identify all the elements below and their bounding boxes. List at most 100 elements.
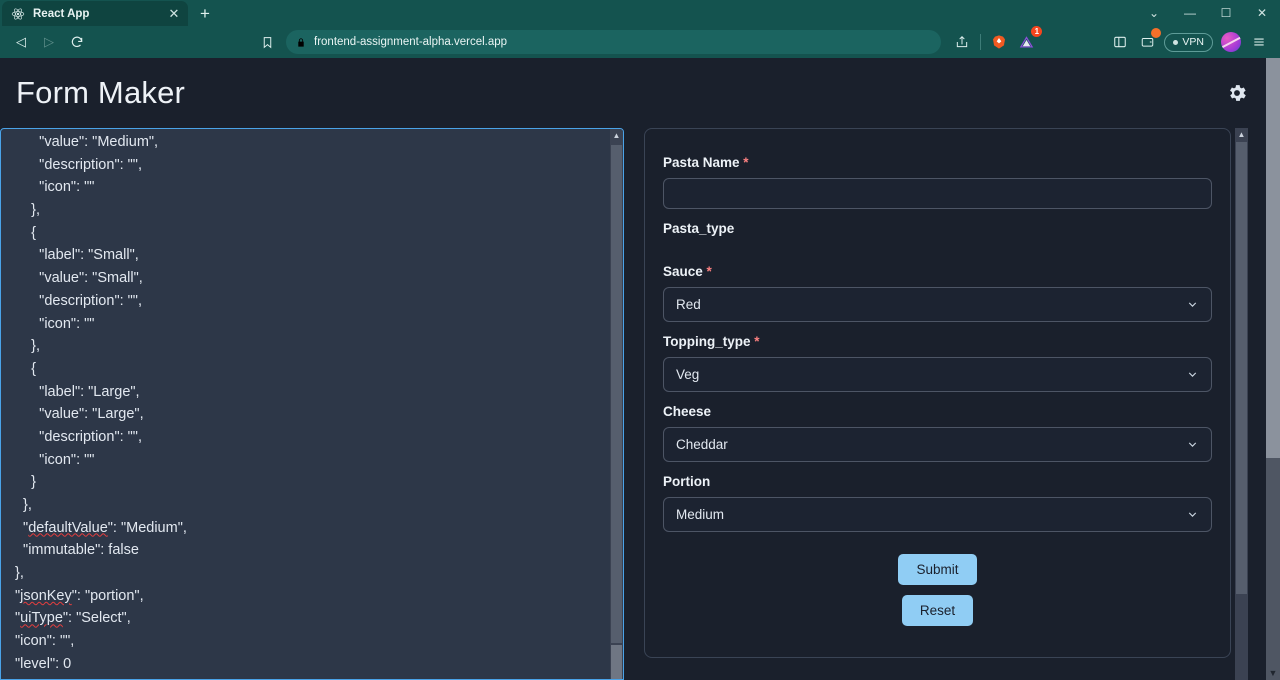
form-scroll-up-arrow[interactable]: ▲ bbox=[1235, 130, 1248, 140]
code-line: "immutable": false bbox=[15, 542, 139, 559]
reset-button[interactable]: Reset bbox=[901, 595, 974, 626]
form-panel-scrollbar[interactable]: ▲ bbox=[1235, 128, 1248, 680]
page-title: Form Maker bbox=[16, 75, 186, 110]
code-line: "description": "", bbox=[15, 292, 142, 309]
bookmark-icon[interactable] bbox=[254, 29, 280, 55]
sidebar-panel-icon[interactable] bbox=[1107, 29, 1133, 55]
extension-icon[interactable]: 1 bbox=[1013, 26, 1043, 55]
profile-avatar[interactable] bbox=[1221, 32, 1241, 52]
address-bar[interactable]: frontend-assignment-alpha.vercel.app bbox=[286, 30, 942, 54]
toolbar-divider bbox=[980, 34, 982, 50]
code-line: "icon": "" bbox=[15, 315, 95, 332]
code-line: } bbox=[15, 474, 36, 491]
app-content: "value": "Medium", "description": "", "i… bbox=[0, 128, 1266, 680]
form-field: Portion Medium bbox=[663, 474, 1212, 532]
code-line: }, bbox=[15, 338, 40, 355]
json-editor-panel[interactable]: "value": "Medium", "description": "", "i… bbox=[0, 128, 624, 680]
browser-tab[interactable]: React App ✕ bbox=[2, 1, 188, 26]
code-line: "description": "", bbox=[15, 428, 142, 445]
form-field: Pasta Name * bbox=[663, 155, 1212, 209]
forward-arrow-icon[interactable]: ▷ bbox=[36, 29, 62, 55]
json-code: "value": "Medium", "description": "", "i… bbox=[15, 129, 610, 676]
chevron-down-icon bbox=[1188, 442, 1197, 447]
vpn-label: VPN bbox=[1182, 36, 1204, 48]
code-line: }, bbox=[15, 202, 40, 219]
required-marker: * bbox=[750, 334, 760, 349]
page-scroll-down-arrow[interactable]: ▼ bbox=[1266, 668, 1280, 678]
tab-strip: React App ✕ + ⌄ — ☐ ✕ bbox=[0, 0, 1280, 26]
required-marker: * bbox=[702, 264, 712, 279]
tab-title: React App bbox=[33, 7, 90, 20]
code-line: { bbox=[15, 360, 36, 377]
minimize-button[interactable]: — bbox=[1172, 0, 1208, 26]
vpn-status-dot bbox=[1173, 39, 1179, 45]
share-icon[interactable] bbox=[949, 29, 975, 55]
url-text: frontend-assignment-alpha.vercel.app bbox=[314, 36, 508, 48]
browser-toolbar: ◁ ▷ frontend-assignment-alpha.vercel.app bbox=[0, 26, 1280, 58]
chevron-down-icon bbox=[1188, 302, 1197, 307]
editor-scrollbar[interactable]: ▲ bbox=[610, 129, 623, 679]
code-line: "icon": "" bbox=[15, 451, 95, 468]
code-line: "label": "Large", bbox=[15, 383, 140, 400]
json-editor-text-area[interactable]: "value": "Medium", "description": "", "i… bbox=[1, 129, 610, 679]
tab-close-icon[interactable]: ✕ bbox=[166, 6, 182, 22]
tab-search-button[interactable]: ⌄ bbox=[1136, 0, 1172, 26]
reload-icon[interactable] bbox=[64, 29, 90, 55]
select-dropdown[interactable]: Medium bbox=[663, 497, 1212, 532]
chevron-down-icon bbox=[1188, 372, 1197, 377]
hamburger-menu-icon[interactable] bbox=[1246, 29, 1272, 55]
maximize-button[interactable]: ☐ bbox=[1208, 0, 1244, 26]
select-value: Veg bbox=[676, 367, 700, 382]
misspelled-token: jsonKey bbox=[20, 587, 72, 604]
web-page: Form Maker "value": "Medium", "descripti… bbox=[0, 58, 1266, 680]
field-label: Sauce * bbox=[663, 264, 712, 279]
code-line: { bbox=[15, 224, 36, 241]
select-value: Cheddar bbox=[676, 437, 728, 452]
select-value: Medium bbox=[676, 507, 725, 522]
page-viewport: Form Maker "value": "Medium", "descripti… bbox=[0, 58, 1280, 680]
select-dropdown[interactable]: Red bbox=[663, 287, 1212, 322]
text-input[interactable] bbox=[663, 178, 1212, 209]
code-line: "icon": "", bbox=[15, 633, 75, 650]
gear-icon[interactable] bbox=[1226, 82, 1248, 104]
react-atom-icon bbox=[11, 7, 25, 20]
form-field: Topping_type * Veg bbox=[663, 334, 1212, 392]
toolbar-right-actions: 1 VPN bbox=[949, 26, 1272, 55]
editor-scrollbar-thumb[interactable] bbox=[611, 145, 622, 643]
code-line: "value": "Medium", bbox=[15, 134, 159, 150]
editor-scrollbar-thumb-lower[interactable] bbox=[611, 645, 622, 679]
form-panel-container: Pasta Name * Pasta_type Sauce * Red Topping_… bbox=[644, 128, 1266, 680]
select-dropdown[interactable]: Veg bbox=[663, 357, 1212, 392]
lock-icon bbox=[298, 37, 304, 47]
code-line: "value": "Small", bbox=[15, 270, 143, 287]
form-scrollbar-thumb[interactable] bbox=[1236, 142, 1247, 594]
form-field: Sauce * Red bbox=[663, 264, 1212, 322]
generated-form: Pasta Name * Pasta_type Sauce * Red Topping_… bbox=[644, 128, 1231, 658]
new-tab-button[interactable]: + bbox=[192, 2, 218, 26]
code-line: "value": "Large", bbox=[15, 406, 144, 423]
vpn-toggle[interactable]: VPN bbox=[1164, 32, 1213, 52]
brave-lion-icon[interactable] bbox=[986, 29, 1012, 55]
wallet-badge-dot bbox=[1151, 28, 1162, 38]
page-scrollbar-thumb[interactable] bbox=[1266, 58, 1280, 458]
form-actions: Submit Reset bbox=[663, 554, 1212, 626]
field-label: Pasta_type bbox=[663, 221, 735, 236]
field-label: Portion bbox=[663, 474, 711, 489]
brave-wallet-icon[interactable] bbox=[1134, 28, 1162, 55]
close-window-button[interactable]: ✕ bbox=[1244, 0, 1280, 26]
code-line: "icon": "" bbox=[15, 179, 95, 196]
code-line: "uiType": "Select", bbox=[15, 610, 131, 627]
code-line: "jsonKey": "portion", bbox=[15, 587, 144, 604]
back-arrow-icon[interactable]: ◁ bbox=[8, 29, 34, 55]
editor-scroll-up-arrow[interactable]: ▲ bbox=[610, 131, 623, 141]
field-label: Pasta Name * bbox=[663, 155, 749, 170]
select-dropdown[interactable]: Cheddar bbox=[663, 427, 1212, 462]
app-header: Form Maker bbox=[0, 58, 1266, 128]
form-field: Pasta_type bbox=[663, 221, 1212, 244]
page-scrollbar[interactable]: ▼ bbox=[1266, 58, 1280, 680]
browser-window: React App ✕ + ⌄ — ☐ ✕ ◁ ▷ frontend-assig… bbox=[0, 0, 1280, 680]
submit-button[interactable]: Submit bbox=[898, 554, 977, 585]
code-line: "description": "", bbox=[15, 156, 142, 173]
code-line: "label": "Small", bbox=[15, 247, 139, 264]
field-label: Topping_type * bbox=[663, 334, 760, 349]
